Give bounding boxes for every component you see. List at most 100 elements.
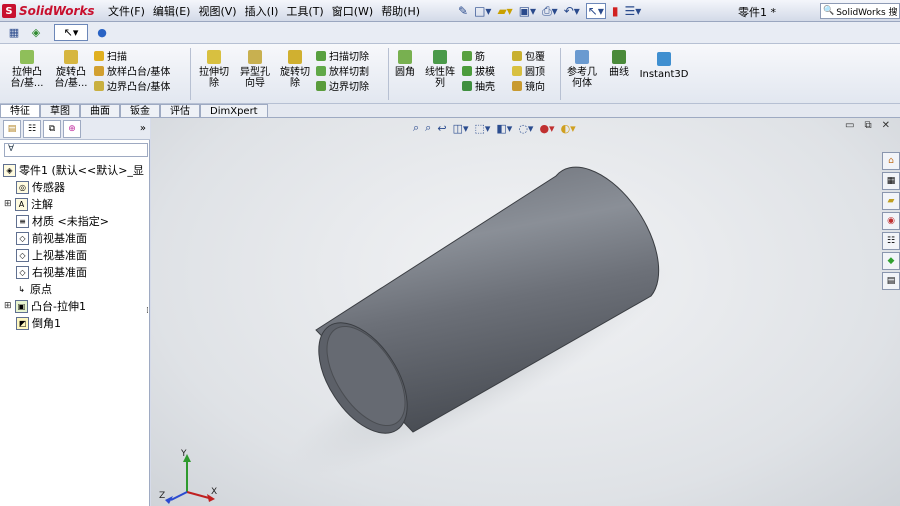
tab-sheet-metal[interactable]: 钣金	[120, 104, 160, 117]
rib-icon	[462, 50, 472, 61]
hole-wizard-icon	[248, 50, 262, 64]
sweep-cut-icon	[316, 50, 326, 61]
feature-small-group-1: 筋 拔模 抽壳	[462, 48, 508, 93]
revolve-boss-button[interactable]: 旋转凸 台/基...	[50, 50, 92, 89]
title-menu-bar: S SolidWorks 文件(F) 编辑(E) 视图(V) 插入(I) 工具(…	[0, 0, 900, 22]
linear-pattern-button[interactable]: 线性阵 列	[420, 50, 460, 89]
mirror-button[interactable]: 镜向	[512, 78, 558, 93]
dimxpert-manager-tab-icon[interactable]: ⊕	[63, 119, 81, 138]
print-icon[interactable]: ⎙▾	[542, 4, 558, 19]
tab-dimxpert[interactable]: DimXpert	[200, 104, 268, 117]
menu-bar: 文件(F) 编辑(E) 视图(V) 插入(I) 工具(T) 窗口(W) 帮助(H…	[108, 3, 420, 19]
loft-button[interactable]: 放样凸台/基体	[94, 63, 190, 78]
curves-button[interactable]: 曲线	[604, 50, 634, 78]
reference-geometry-button[interactable]: 参考几 何体	[562, 50, 602, 89]
tab-sketch[interactable]: 草图	[40, 104, 80, 117]
tree-filter-input[interactable]: ∀	[4, 143, 148, 157]
graphics-area[interactable]: ⌕ ⌕ ↩ ◫▾ ⬚▾ ◧▾ ◌▾ ●▾ ◐▾ ▭ ⧉ ✕ ⌂ ▦ ▰ ◉ ☷ …	[151, 118, 900, 506]
tree-item-chamfer[interactable]: ◩ 倒角1	[16, 315, 61, 331]
separator	[560, 48, 561, 100]
z-axis-label: Z	[159, 491, 165, 501]
search-box[interactable]: 🔍 SolidWorks 搜	[820, 3, 900, 19]
instant3d-button[interactable]: Instant3D	[636, 52, 692, 80]
property-manager-tab-icon[interactable]: ☷	[23, 119, 41, 138]
tree-item-origin[interactable]: ↳ 原点	[16, 281, 52, 297]
sweep-cut-button[interactable]: 扫描切除	[316, 48, 386, 63]
appearance-icon[interactable]: ●	[94, 24, 110, 41]
tree-item-sensors[interactable]: ◎ 传感器	[16, 179, 65, 195]
loft-cut-button[interactable]: 放样切割	[316, 63, 386, 78]
origin-icon: ↳	[16, 283, 27, 295]
fillet-icon	[398, 50, 412, 64]
menu-edit[interactable]: 编辑(E)	[153, 3, 191, 19]
sweep-button[interactable]: 扫描	[94, 48, 190, 63]
wrap-button[interactable]: 包覆	[512, 48, 558, 63]
sketch-icon[interactable]: ▦	[6, 24, 22, 41]
tree-item-annotations[interactable]: ⊞ A 注解	[4, 196, 53, 212]
shell-button[interactable]: 抽壳	[462, 78, 508, 93]
command-manager: 拉伸凸 台/基... 旋转凸 台/基... 扫描 放样凸台/基体 边界凸台/基体…	[0, 44, 900, 104]
hole-wizard-button[interactable]: 异型孔 向导	[236, 50, 274, 89]
rebuild-icon[interactable]: ▮	[612, 4, 619, 18]
plane-icon: ◇	[16, 248, 29, 262]
cylinder-model[interactable]	[151, 118, 900, 506]
extrude-boss-button[interactable]: 拉伸凸 台/基...	[4, 50, 50, 89]
new-document-icon[interactable]: □▾	[474, 4, 491, 18]
secondary-toolbar: ▦ ◈ ↖▾ ●	[0, 22, 900, 44]
solidworks-logo-icon: S	[2, 4, 16, 18]
tree-item-right-plane[interactable]: ◇ 右视基准面	[16, 264, 87, 280]
menu-tools[interactable]: 工具(T)	[286, 3, 323, 19]
search-icon: 🔍	[823, 6, 835, 16]
boundary-cut-icon	[316, 80, 326, 91]
tree-item-boss-extrude[interactable]: ⊞ ▣ 凸台-拉伸1	[4, 298, 86, 314]
expand-icon[interactable]: ⊞	[4, 301, 12, 311]
tree-item-top-plane[interactable]: ◇ 上视基准面	[16, 247, 87, 263]
tab-surfaces[interactable]: 曲面	[80, 104, 120, 117]
sensor-icon: ◎	[16, 180, 29, 194]
wrap-icon	[512, 50, 522, 61]
loft-cut-icon	[316, 65, 326, 76]
chamfer-feature-icon: ◩	[16, 316, 29, 330]
rib-button[interactable]: 筋	[462, 48, 508, 63]
feature-small-group-2: 包覆 圆顶 镜向	[512, 48, 558, 93]
separator	[388, 48, 389, 100]
menu-file[interactable]: 文件(F)	[108, 3, 145, 19]
tab-evaluate[interactable]: 评估	[160, 104, 200, 117]
open-folder-icon[interactable]: ▰▾	[497, 4, 512, 18]
configuration-manager-tab-icon[interactable]: ⧉	[43, 119, 61, 138]
smart-dimension-icon[interactable]: ◈	[28, 24, 44, 41]
material-icon: ≡	[16, 214, 29, 228]
tab-features[interactable]: 特征	[0, 104, 40, 117]
tree-item-front-plane[interactable]: ◇ 前视基准面	[16, 230, 87, 246]
menu-window[interactable]: 窗口(W)	[332, 3, 373, 19]
solidworks-logo[interactable]: S SolidWorks	[2, 2, 98, 20]
separator	[190, 48, 191, 100]
save-icon[interactable]: ▣▾	[519, 4, 536, 18]
select-icon[interactable]: ↖▾	[585, 3, 606, 19]
command-manager-tabs: 特征 草图 曲面 钣金 评估 DimXpert	[0, 104, 900, 118]
tree-item-material[interactable]: ≡ 材质 <未指定>	[16, 213, 109, 229]
boundary-cut-button[interactable]: 边界切除	[316, 78, 386, 93]
pin-icon[interactable]: ✎	[458, 4, 468, 18]
draft-button[interactable]: 拔模	[462, 63, 508, 78]
menu-insert[interactable]: 插入(I)	[245, 3, 279, 19]
expand-icon[interactable]: ⊞	[4, 199, 12, 209]
instant3d-icon	[657, 52, 671, 66]
options-icon[interactable]: ☰▾	[624, 4, 641, 18]
fillet-button[interactable]: 圆角	[390, 50, 420, 78]
plane-icon: ◇	[16, 265, 29, 279]
boundary-boss-icon	[94, 80, 104, 91]
x-axis-line	[186, 491, 210, 499]
select-arrow-icon[interactable]: ↖▾	[54, 24, 88, 41]
menu-view[interactable]: 视图(V)	[198, 3, 236, 19]
expand-panel-icon[interactable]: »	[140, 123, 146, 134]
tree-item-part[interactable]: ◈ 零件1 (默认<<默认>_显	[3, 162, 144, 178]
menu-help[interactable]: 帮助(H)	[381, 3, 420, 19]
undo-icon[interactable]: ↶▾	[564, 4, 580, 18]
boundary-boss-button[interactable]: 边界凸台/基体	[94, 78, 190, 93]
revolve-cut-button[interactable]: 旋转切 除	[276, 50, 314, 89]
extrude-cut-button[interactable]: 拉伸切 除	[194, 50, 234, 89]
dome-button[interactable]: 圆顶	[512, 63, 558, 78]
cut-small-group: 扫描切除 放样切割 边界切除	[316, 48, 386, 93]
feature-tree-tab-icon[interactable]: ▤	[3, 119, 21, 138]
